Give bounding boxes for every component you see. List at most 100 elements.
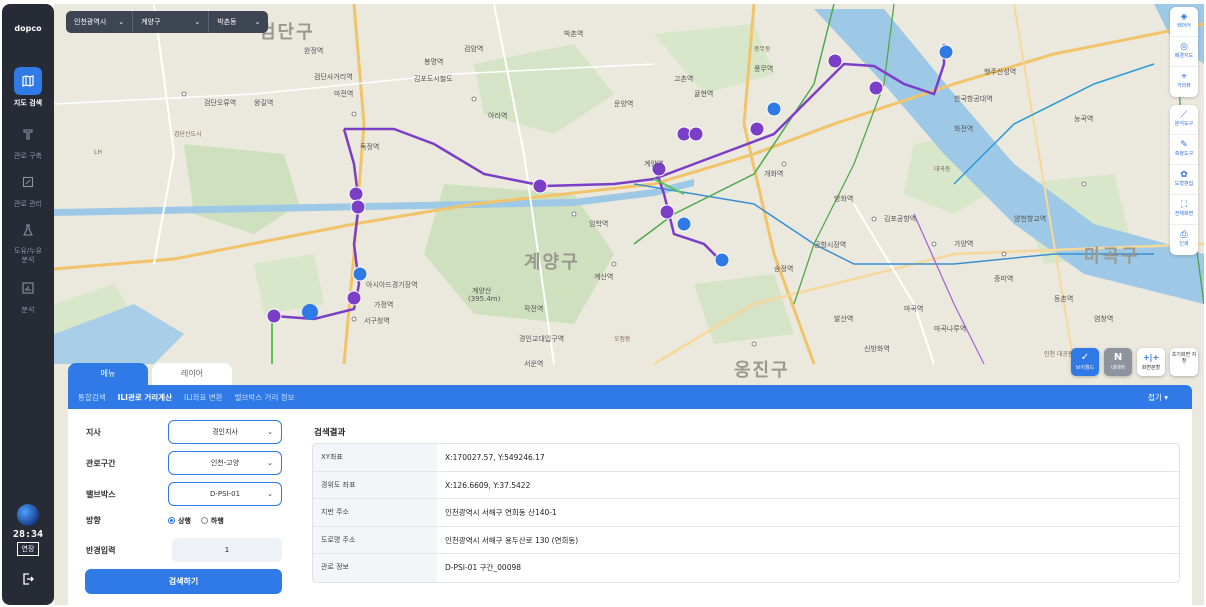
map-label: 화전역 — [954, 125, 974, 133]
map-label: 방화역 — [834, 195, 854, 203]
radius-input[interactable]: 1 — [172, 538, 282, 562]
panel-subnav: 통합검색 ILI관로 거리계산 ILI좌표 변환 밸브박스 거리 정보 접기 ▾ — [68, 385, 1192, 409]
map-label: 김포도시철도 — [414, 75, 453, 83]
result-title: 검색결과 — [314, 428, 346, 438]
map-label: 박촌역 — [564, 30, 584, 38]
subnav-integrated-search[interactable]: 통합검색 — [78, 392, 106, 403]
district-select[interactable]: 계양구 ⌄ — [133, 11, 210, 33]
map-label: 임학역 — [589, 220, 609, 228]
radius-row: 반경입력 1 — [86, 538, 282, 562]
panel-body: 지사 경인지사 ⌄ 관로구간 인천-고양 ⌄ 밸브박스 D-PSI-01 ⌄ 방향 상… — [68, 409, 1192, 605]
valve-label: 밸브박스 — [86, 489, 116, 499]
map-label: 서구청역 — [364, 317, 390, 325]
map-region-label: 마곡구 — [1084, 246, 1140, 267]
map-label: 계산역 — [594, 273, 614, 281]
map-label: 독정역 — [360, 143, 380, 151]
table-row: 경위도 좌표 X:126.6609, Y:37.5422 — [313, 471, 1179, 500]
result-table: XY좌표 X:170027.57, Y:549246.17 경위도 좌표 X:126… — [312, 443, 1180, 583]
left-sidebar: dopco 지도 검색 관로 구축 관로 관리 도유/누유 분석 분석 28:3… — [2, 4, 54, 605]
analysis-icon: ⟋ — [1180, 110, 1188, 120]
row-key: XY좌표 — [313, 444, 437, 471]
tool-label: 도형편집 — [1174, 181, 1194, 187]
section-value: 인천-고양 — [210, 459, 240, 467]
row-key: 경위도 좌표 — [313, 471, 437, 499]
subnav-ili-distance[interactable]: ILI관로 거리계산 — [118, 392, 172, 403]
sidebar-item-map-search[interactable]: 지도 검색 — [2, 67, 54, 108]
section-row: 관로구간 인천-고양 ⌄ — [86, 451, 282, 475]
subnav-ili-coord[interactable]: ILI좌표 변환 — [184, 392, 223, 403]
map-label: 발산역 — [834, 315, 854, 323]
chevron-down-icon: ⌄ — [267, 490, 273, 498]
fullscreen-tool[interactable]: ⛶ 전체화면 — [1170, 195, 1198, 225]
draw-icon: ✿ — [1180, 170, 1188, 180]
chevron-down-icon: ▾ — [1164, 392, 1168, 402]
tool-label: 인쇄 — [1179, 241, 1189, 247]
chart-icon — [14, 274, 42, 302]
search-button[interactable]: 검색하기 — [85, 569, 282, 594]
map-label: 풍무역 — [754, 65, 774, 73]
subnav-valve-distance[interactable]: 밸브박스 거리 정보 — [235, 392, 295, 403]
base-map-tool[interactable]: ◎ 배경지도 — [1170, 37, 1198, 67]
map-label: 신방화역 — [864, 345, 890, 353]
layers-tool[interactable]: ◈ 레이어 — [1170, 7, 1198, 37]
chevron-down-icon: ⌄ — [118, 18, 125, 26]
radio-dot — [168, 517, 175, 524]
radio-label: 하행 — [210, 516, 224, 525]
section-select[interactable]: 인천-고양 ⌄ — [168, 451, 282, 475]
map-poi: 인천 대공원 — [1044, 351, 1074, 358]
table-row: 지번 주소 인천광역시 서해구 연희동 산140-1 — [313, 499, 1179, 527]
bottom-panel: 메뉴 레이어 통합검색 ILI관로 거리계산 ILI좌표 변환 밸브박스 거리 … — [68, 363, 1192, 605]
map-label: 개화역 — [764, 170, 784, 178]
branch-select[interactable]: 경인지사 ⌄ — [168, 420, 282, 444]
map-label: 검단오류역 — [204, 99, 237, 107]
branch-label: 지사 — [86, 427, 101, 437]
row-value: 인천광역시 서해구 연희동 산140-1 — [445, 508, 557, 518]
sidebar-item-analysis[interactable]: 분석 — [2, 274, 54, 315]
print-tool[interactable]: ⎙ 인쇄 — [1170, 225, 1198, 255]
radio-dot — [200, 517, 208, 524]
print-icon: ⎙ — [1180, 230, 1188, 240]
valve-select[interactable]: D-PSI-01 ⌄ — [168, 482, 282, 506]
map-label: 마곡역 — [904, 305, 924, 313]
street-view-tool[interactable]: ⌖ 거리뷰 — [1170, 67, 1198, 97]
sidebar-item-leak-analysis[interactable]: 도유/누유 분석 — [2, 216, 54, 265]
draw-tool[interactable]: ✿ 도형편집 — [1170, 165, 1198, 195]
tab-menu[interactable]: 메뉴 — [68, 363, 148, 385]
row-key: 관로 정보 — [313, 554, 437, 582]
measure-tool[interactable]: ✎ 측정도구 — [1170, 135, 1198, 165]
sidebar-item-label: 관로 구축 — [14, 152, 42, 160]
map-label: 한국항공대역 — [954, 95, 993, 103]
sidebar-item-pipe-manage[interactable]: 관로 관리 — [2, 168, 54, 209]
analysis-tool[interactable]: ⟋ 분석도구 — [1170, 105, 1198, 135]
direction-down-radio[interactable]: 하행 — [200, 516, 224, 526]
map-label: 왕길역 — [254, 99, 274, 107]
tool-label: 배경지도 — [1174, 53, 1194, 59]
direction-up-radio[interactable]: 상행 — [168, 516, 191, 526]
map-tool-group: ⟋ 분석도구 ✎ 측정도구 ✿ 도형편집 ⛶ 전체화면 ⎙ 인쇄 — [1170, 105, 1198, 255]
tool-label: 레이어 — [1177, 23, 1191, 29]
row-value: 인천광역시 서해구 용두산로 130 (연희동) — [445, 535, 579, 545]
map-label: 등촌역 — [1054, 295, 1074, 303]
map-poi: 대곡동 — [934, 166, 951, 173]
map-icon — [14, 67, 42, 95]
location-icon: ⌖ — [1181, 72, 1187, 82]
extend-session-button[interactable]: 연장 — [16, 542, 40, 556]
dong-select[interactable]: 박촌동 ⌄ — [209, 11, 268, 33]
logout-button[interactable] — [2, 572, 54, 589]
tool-label: 전체화면 — [1174, 211, 1194, 217]
row-value: X:170027.57, Y:549246.17 — [445, 453, 545, 462]
map-label: 봉명역 — [424, 58, 444, 66]
pipe-icon — [14, 120, 42, 148]
globe-icon — [17, 504, 39, 526]
dong-select-label: 박촌동 — [217, 18, 237, 26]
sidebar-item-pipe-build[interactable]: 관로 구축 — [2, 120, 54, 161]
table-row: 도로명 주소 인천광역시 서해구 용두산로 130 (연희동) — [313, 526, 1179, 555]
map-label: 송정역 — [774, 265, 794, 273]
map-label: 운양역 — [614, 100, 634, 108]
collapse-button[interactable]: 접기 ▾ — [1148, 392, 1168, 403]
map-label: 아라역 — [488, 112, 508, 120]
city-select[interactable]: 인천광역시 ⌄ — [66, 11, 134, 33]
valve-value: D-PSI-01 — [209, 490, 241, 498]
tab-layer[interactable]: 레이어 — [152, 363, 232, 385]
measure-icon: ✎ — [1180, 140, 1188, 150]
